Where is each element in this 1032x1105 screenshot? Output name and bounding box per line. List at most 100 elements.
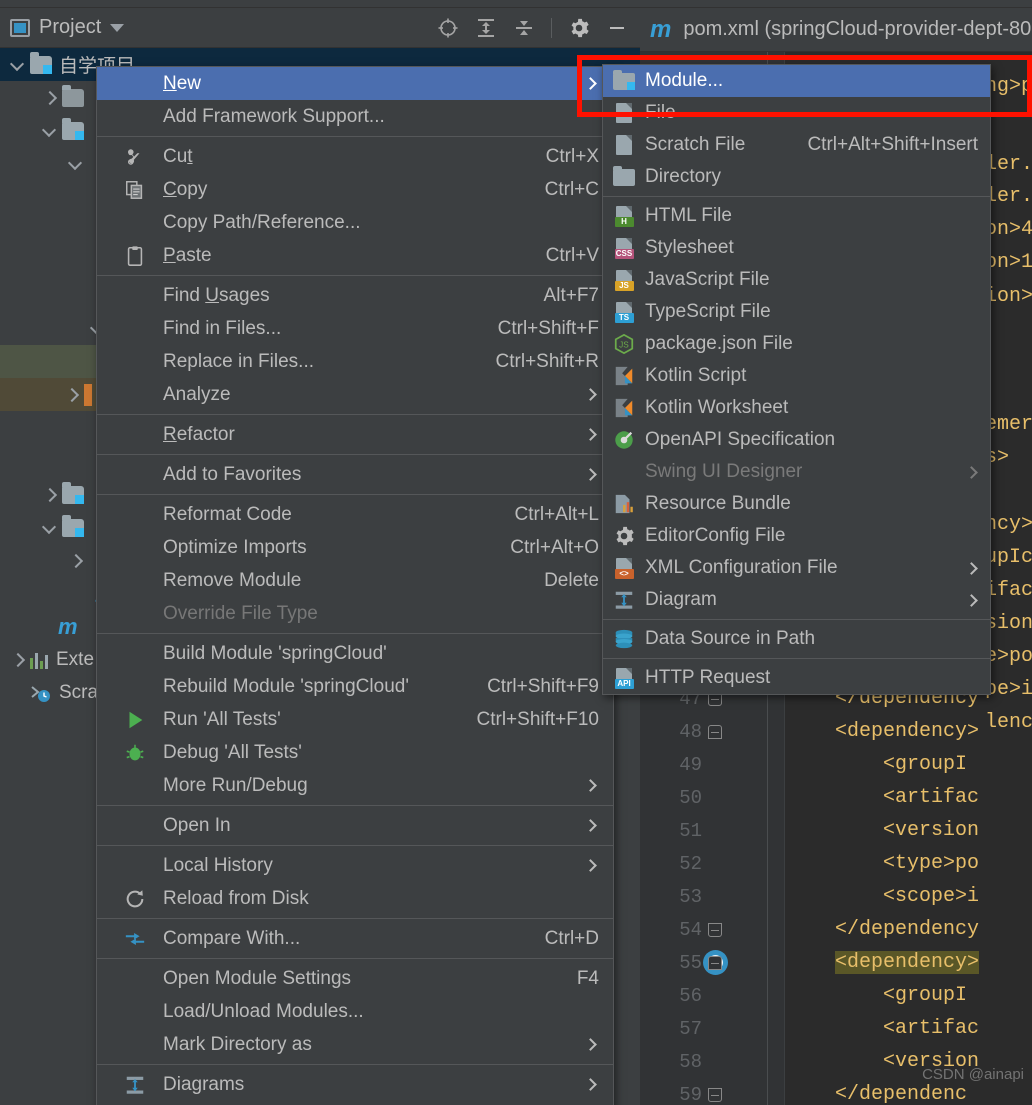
menu-item-find-in-files[interactable]: Find in Files... Ctrl+Shift+F bbox=[97, 312, 613, 345]
submenu-item-module[interactable]: Module... bbox=[603, 65, 990, 97]
gutter-line[interactable]: 57 bbox=[640, 1012, 785, 1045]
menu-item-reformat-code[interactable]: Reformat Code Ctrl+Alt+L bbox=[97, 498, 613, 531]
fold-handle[interactable] bbox=[702, 1087, 728, 1102]
gutter-line[interactable]: 49 bbox=[640, 748, 785, 781]
submenu-item-label: OpenAPI Specification bbox=[645, 429, 836, 450]
code-token: <dependency> bbox=[835, 720, 980, 743]
menu-item-local-history[interactable]: Local History bbox=[97, 849, 613, 882]
menu-item-copy-path-reference[interactable]: Copy Path/Reference... bbox=[97, 206, 613, 239]
menu-separator bbox=[97, 454, 613, 455]
gutter-line[interactable]: 53 bbox=[640, 880, 785, 913]
menu-separator bbox=[97, 805, 613, 806]
chevron-right-icon[interactable] bbox=[8, 651, 26, 669]
menu-item-maven[interactable]: mMaven bbox=[97, 1101, 613, 1105]
menu-item-load-unload-modules[interactable]: Load/Unload Modules... bbox=[97, 995, 613, 1028]
submenu-item-resource-bundle[interactable]: Resource Bundle bbox=[603, 488, 990, 520]
menu-item-new[interactable]: New bbox=[97, 67, 613, 100]
menu-item-label: Paste bbox=[163, 244, 212, 266]
editor-tab-pom-xml[interactable]: pom.xml (springCloud-provider-dept-80 bbox=[683, 18, 1031, 41]
submenu-item-typescript-file[interactable]: TS TypeScript File bbox=[603, 296, 990, 328]
submenu-item-diagram[interactable]: Diagram bbox=[603, 584, 990, 616]
orange-marker-icon bbox=[84, 383, 92, 406]
menu-item-analyze[interactable]: Analyze bbox=[97, 378, 613, 411]
menu-item-add-framework-support[interactable]: Add Framework Support... bbox=[97, 100, 613, 133]
submenu-item-directory[interactable]: Directory bbox=[603, 161, 990, 193]
menu-item-cut[interactable]: Cut Ctrl+X bbox=[97, 140, 613, 173]
menu-item-more-run-debug[interactable]: More Run/Debug bbox=[97, 769, 613, 802]
project-title-group[interactable]: Project bbox=[10, 16, 125, 39]
menu-item-remove-module[interactable]: Remove Module Delete bbox=[97, 564, 613, 597]
kotlin-script-icon bbox=[612, 365, 636, 387]
gutter-line[interactable]: 52 bbox=[640, 847, 785, 880]
submenu-item-html-file[interactable]: H HTML File bbox=[603, 200, 990, 232]
expand-all-icon[interactable] bbox=[475, 17, 497, 39]
resource-bundle-icon bbox=[612, 493, 636, 515]
menu-item-copy[interactable]: Copy Ctrl+C bbox=[97, 173, 613, 206]
submenu-item-xml-configuration-file[interactable]: <> XML Configuration File bbox=[603, 552, 990, 584]
submenu-item-package-json-file[interactable]: JS package.json File bbox=[603, 328, 990, 360]
submenu-item-openapi-specification[interactable]: OpenAPI Specification bbox=[603, 424, 990, 456]
fold-handle[interactable] bbox=[702, 955, 728, 970]
context-menu[interactable]: New Add Framework Support... Cut Ctrl+X Copy… bbox=[96, 66, 614, 1105]
menu-item-build-module-springcloud[interactable]: Build Module 'springCloud' bbox=[97, 637, 613, 670]
gutter-line[interactable]: 58 bbox=[640, 1045, 785, 1078]
gutter-line[interactable]: 55 bbox=[640, 946, 785, 979]
locate-icon[interactable] bbox=[437, 17, 459, 39]
submenu-item-label: package.json File bbox=[645, 333, 793, 354]
menu-item-mark-directory-as[interactable]: Mark Directory as bbox=[97, 1028, 613, 1061]
gutter-line[interactable]: 59 bbox=[640, 1078, 785, 1105]
chevron-down-icon[interactable] bbox=[8, 56, 26, 74]
menu-item-shortcut: Ctrl+C bbox=[544, 178, 599, 200]
submenu-item-scratch-file[interactable]: Scratch File Ctrl+Alt+Shift+Insert bbox=[603, 129, 990, 161]
ide-window: Project m Exte Scra m pom.xml (springClo… bbox=[0, 0, 1032, 1105]
new-submenu[interactable]: Module... File Scratch File Ctrl+Alt+Shift+… bbox=[602, 64, 991, 695]
submenu-item-http-request[interactable]: API HTTP Request bbox=[603, 662, 990, 694]
submenu-item-label: EditorConfig File bbox=[645, 525, 786, 546]
menu-item-run-all-tests[interactable]: Run 'All Tests' Ctrl+Shift+F10 bbox=[97, 703, 613, 736]
code-line: <scope>i bbox=[785, 880, 979, 913]
gutter-line[interactable]: 51 bbox=[640, 814, 785, 847]
code-fragment: lency bbox=[985, 711, 1032, 734]
submenu-item-javascript-file[interactable]: JS JavaScript File bbox=[603, 264, 990, 296]
menu-item-rebuild-module-springcloud[interactable]: Rebuild Module 'springCloud' Ctrl+Shift+F… bbox=[97, 670, 613, 703]
menu-item-add-to-favorites[interactable]: Add to Favorites bbox=[97, 458, 613, 491]
gutter-line[interactable]: 56 bbox=[640, 979, 785, 1012]
collapse-all-icon[interactable] bbox=[513, 17, 535, 39]
menu-item-diagrams[interactable]: Diagrams bbox=[97, 1068, 613, 1101]
menu-item-replace-in-files[interactable]: Replace in Files... Ctrl+Shift+R bbox=[97, 345, 613, 378]
submenu-item-file[interactable]: File bbox=[603, 97, 990, 129]
menu-item-shortcut: Ctrl+Shift+F bbox=[497, 317, 599, 339]
gutter-line[interactable]: 48 bbox=[640, 715, 785, 748]
chevron-down-icon[interactable] bbox=[40, 122, 58, 140]
minimize-icon[interactable] bbox=[606, 17, 628, 39]
gutter-line[interactable]: 50 bbox=[640, 781, 785, 814]
submenu-item-data-source-in-path[interactable]: Data Source in Path bbox=[603, 623, 990, 655]
menu-item-paste[interactable]: Paste Ctrl+V bbox=[97, 239, 613, 272]
submenu-item-editorconfig-file[interactable]: EditorConfig File bbox=[603, 520, 990, 552]
menu-item-debug-all-tests[interactable]: Debug 'All Tests' bbox=[97, 736, 613, 769]
chevron-right-icon[interactable] bbox=[40, 486, 58, 504]
fold-handle[interactable] bbox=[702, 724, 728, 739]
menu-item-open-module-settings[interactable]: Open Module Settings F4 bbox=[97, 962, 613, 995]
submenu-item-kotlin-worksheet[interactable]: Kotlin Worksheet bbox=[603, 392, 990, 424]
menu-item-refactor[interactable]: Refactor bbox=[97, 418, 613, 451]
clipboard-icon bbox=[124, 245, 146, 267]
chevron-right-icon[interactable] bbox=[62, 386, 80, 404]
chevron-right-icon[interactable] bbox=[40, 89, 58, 107]
code-line: <groupI bbox=[785, 979, 967, 1012]
chevron-down-icon[interactable] bbox=[40, 519, 58, 537]
menu-item-compare-with[interactable]: Compare With... Ctrl+D bbox=[97, 922, 613, 955]
gutter-line[interactable]: 54 bbox=[640, 913, 785, 946]
menu-item-label: Refactor bbox=[163, 423, 235, 445]
chevron-down-icon[interactable] bbox=[110, 23, 125, 32]
menu-item-find-usages[interactable]: Find Usages Alt+F7 bbox=[97, 279, 613, 312]
submenu-item-stylesheet[interactable]: CSS Stylesheet bbox=[603, 232, 990, 264]
menu-item-reload-from-disk[interactable]: Reload from Disk bbox=[97, 882, 613, 915]
gear-icon[interactable] bbox=[568, 17, 590, 39]
fold-handle[interactable] bbox=[702, 922, 728, 937]
chevron-down-icon[interactable] bbox=[66, 155, 84, 173]
chevron-right-icon[interactable] bbox=[66, 552, 84, 570]
submenu-item-kotlin-script[interactable]: Kotlin Script bbox=[603, 360, 990, 392]
menu-item-optimize-imports[interactable]: Optimize Imports Ctrl+Alt+O bbox=[97, 531, 613, 564]
menu-item-open-in[interactable]: Open In bbox=[97, 809, 613, 842]
